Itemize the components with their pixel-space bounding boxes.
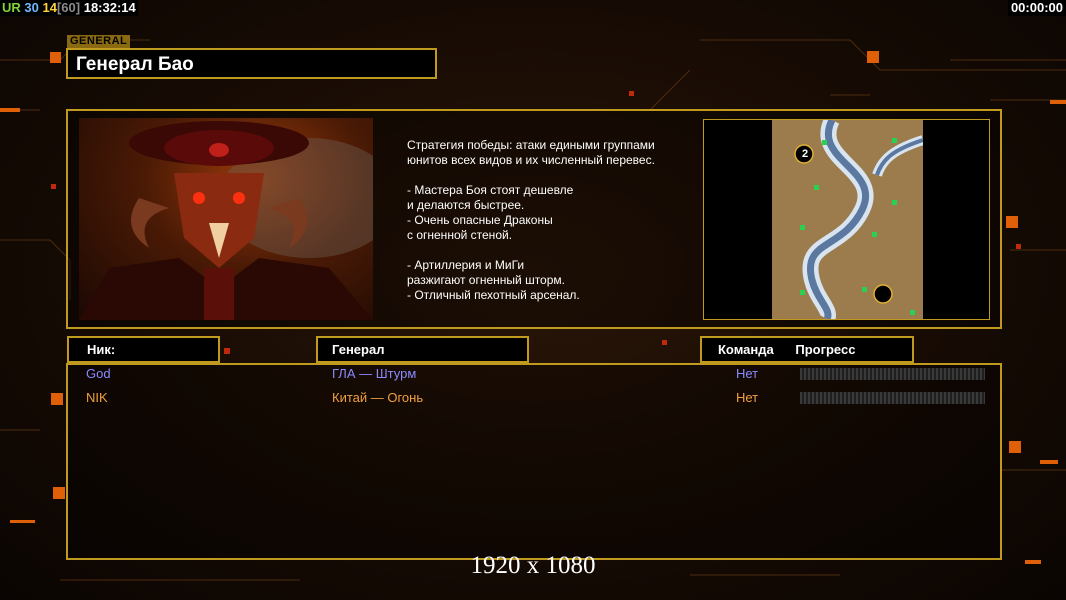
resolution-label: 1920 x 1080 (470, 552, 596, 579)
system-clock: 18:32:14 (83, 0, 136, 15)
game-timer: 00:00:00 (1007, 0, 1066, 16)
general-name: Генерал Бао (76, 54, 194, 75)
nick-column-header: Ник: (67, 336, 220, 363)
ping-value: 14 (42, 0, 57, 15)
player-nick: NIK (86, 390, 108, 405)
progress-header-label: Прогресс (795, 342, 856, 357)
general-portrait (79, 118, 373, 320)
fps-value: 30 (24, 0, 39, 15)
hud-stats: UR 30 14[60] 18:32:14 (0, 0, 138, 16)
player-general: Китай — Огонь (332, 390, 424, 405)
start-position-marker: 2 (801, 148, 809, 160)
nick-header-label: Ник: (87, 342, 116, 357)
map-preview[interactable]: 2 (703, 119, 990, 320)
player-team: Нет (736, 366, 759, 381)
general-header-label: Генерал (332, 342, 385, 357)
general-title-box: Генерал Бао (66, 48, 437, 79)
map-terrain (772, 120, 923, 319)
player-general: ГЛА — Штурм (332, 366, 417, 381)
player-team: Нет (736, 390, 759, 405)
general-tag: GENERAL (67, 35, 131, 48)
player-progress-bar (800, 392, 985, 404)
player-progress-bar (800, 368, 985, 380)
fps-limit: [60] (56, 0, 81, 15)
team-progress-header: Команда Прогресс (700, 336, 914, 363)
player-nick: God (86, 366, 111, 381)
general-description: Стратегия победы: атаки едиными группами… (407, 138, 655, 302)
general-portrait-art (79, 121, 373, 320)
ur-label: UR (2, 0, 21, 15)
team-header-label: Команда (718, 342, 774, 357)
general-column-header: Генерал (316, 336, 529, 363)
map-image: 2 (772, 120, 923, 319)
